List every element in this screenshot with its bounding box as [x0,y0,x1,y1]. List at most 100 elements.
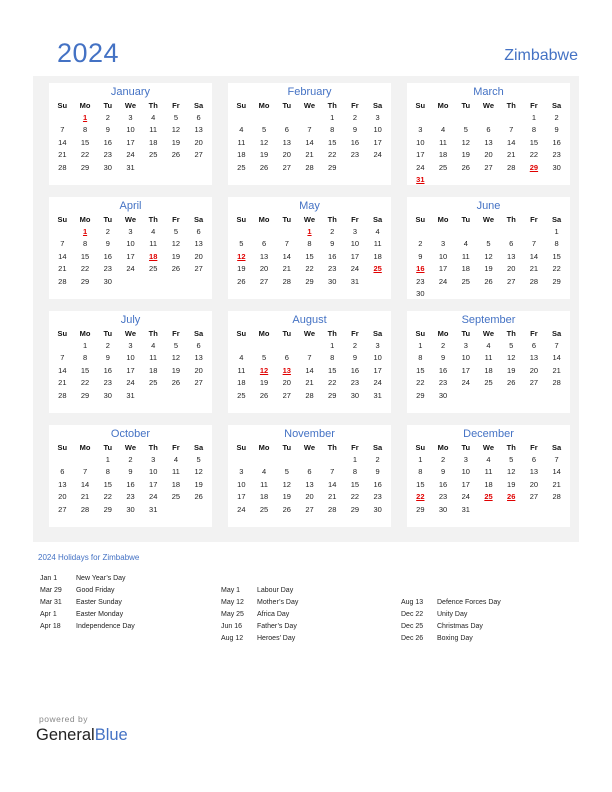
holiday-name: Heroes’ Day [257,635,296,642]
day-cell: 19 [461,150,470,160]
day-cell: 22 [529,150,539,160]
day-cell: 23 [103,264,112,274]
month-title: January [110,86,151,98]
day-grid: Su Mo Tu We Th Fr Sa 1 2 3 4 5 6 7 8 9 10 11 12 13 14 15 16 17 1… [49,441,212,516]
day-cell: 10 [461,353,470,363]
day-cell: 15 [103,479,112,489]
day-cell: 15 [529,137,539,147]
day-cell: 14 [305,137,314,147]
holiday-column-2: May 1 Labour Day May 12 Mother’s Day May 2… [221,585,298,645]
holiday-item: Dec 25 Christmas Day [401,621,501,633]
day-cell: 10 [416,137,425,147]
day-cell: 16 [438,365,448,375]
holiday-date: Aug 12 [221,635,244,642]
day-cell: 1 [418,455,423,464]
day-cell: 23 [552,150,561,160]
day-cell: 3 [463,455,468,464]
holiday-date: May 1 [221,587,241,594]
weekday-header: Mo [437,443,449,452]
day-cell: 12 [461,137,470,147]
day-cell: 15 [305,251,314,261]
day-cell: 16 [373,479,382,489]
day-cell: 9 [105,353,110,363]
holiday-date: Apr 18 [40,623,61,630]
day-cell: 16 [350,365,360,375]
day-cell: 1 [330,113,335,122]
weekday-header: Th [148,215,158,224]
weekday-header: We [482,215,495,224]
weekday-header: Sa [373,443,383,452]
month-december: December Su Mo Tu We Th Fr Sa 1 2 3 4 5 6 7 8 9 10 11 12 13 1… [407,425,570,527]
day-cell: 6 [196,113,201,122]
day-cell: 23 [373,492,382,502]
day-cell: 10 [126,353,135,363]
month-february: February Su Mo Tu We Th Fr Sa 1 2 3 4 5 6 7 8 9 10 11 12 13 1… [228,83,391,185]
day-cell: 19 [484,264,493,274]
holiday-name: Unity Day [437,611,468,618]
day-cell: 10 [237,479,246,489]
weekday-header: Su [57,443,68,452]
holiday-day-cell: 31 [416,174,425,184]
day-cell: 26 [461,162,470,172]
empty-cell [230,340,253,352]
weekday-header: Su [236,215,247,224]
day-cell: 29 [80,390,90,400]
day-cell: 20 [259,264,269,274]
day-cell: 17 [126,365,135,375]
day-cell: 21 [305,150,314,160]
day-cell: 21 [58,150,67,160]
weekday-header: Su [57,329,68,338]
day-cell: 6 [486,125,491,135]
weekday-header: We [482,443,495,452]
weekday-header: Tu [282,443,292,452]
day-cell: 19 [237,264,246,274]
day-grid: Su Mo Tu We Th Fr Sa 1 2 3 4 5 6 7 8 9 10 11 12 13 14 15 16 17 1… [228,213,391,288]
weekday-header: Tu [461,101,471,110]
day-cell: 3 [440,239,446,249]
month-may: May Su Mo Tu We Th Fr Sa 1 2 3 4 5 6 7 8 9 10 11 12 13 14 15 16… [228,197,391,299]
brand-logo[interactable]: GeneralBlue [36,726,128,745]
day-cell: 25 [237,390,246,400]
weekday-header: Fr [530,329,538,338]
day-cell: 17 [373,137,382,147]
weekday-header: Th [327,329,337,338]
empty-cell [409,112,432,124]
holiday-date: Mar 29 [40,587,62,594]
day-cell: 20 [484,150,493,160]
day-cell: 28 [58,390,67,400]
day-cell: 17 [373,365,382,375]
day-cell: 10 [350,239,360,249]
day-cell: 9 [352,125,357,135]
day-cell: 15 [416,365,425,375]
day-cell: 4 [239,125,244,135]
day-cell: 24 [237,504,246,514]
day-cell: 19 [171,251,181,261]
holiday-day-cell: 26 [507,492,516,502]
weekday-header: Tu [282,215,292,224]
day-cell: 8 [418,353,423,363]
empty-cell [298,340,321,352]
day-cell: 17 [461,365,470,375]
holiday-date: Dec 22 [401,611,424,618]
day-cell: 15 [552,251,561,261]
holiday-item: May 12 Mother’s Day [221,597,298,609]
weekday-header: We [303,329,316,338]
holiday-date: Mar 31 [40,599,62,606]
day-cell: 1 [105,455,110,464]
day-grid: Su Mo Tu We Th Fr Sa 1 2 3 4 5 6 7 8 9 10 11 12 13 14 15 16 17 1… [407,213,570,300]
holiday-day-cell: 29 [529,162,539,172]
empty-cell [51,112,74,124]
day-cell: 29 [552,276,561,286]
holiday-name: Defence Forces Day [437,599,501,606]
day-cell: 16 [103,251,112,261]
weekday-header: Mo [258,101,270,110]
holiday-day-cell: 18 [149,251,158,261]
weekday-header: Sa [194,443,204,452]
holiday-item: Jan 1 New Year’s Day [40,573,135,585]
day-grid: Su Mo Tu We Th Fr Sa 1 2 3 4 5 6 7 8 9 10 11 12 13 14 15 16 17 1… [407,99,570,186]
day-cell: 20 [194,137,203,147]
day-cell: 20 [194,365,203,375]
day-cell: 31 [126,162,135,172]
day-cell: 4 [151,227,156,236]
weekday-header: Fr [351,443,359,452]
